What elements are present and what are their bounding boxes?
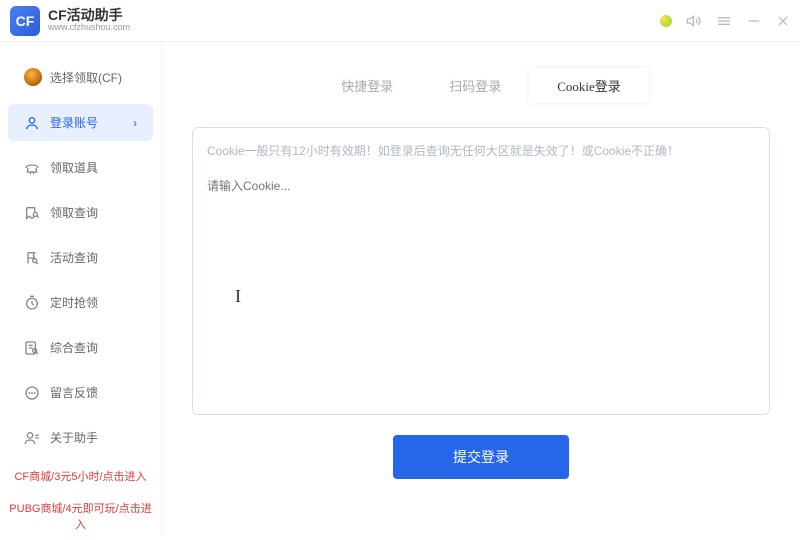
sidebar-item-select-collect[interactable]: 选择领取(CF) [8, 58, 153, 96]
crown-icon [24, 68, 42, 86]
submit-login-button[interactable]: 提交登录 [393, 435, 569, 479]
close-icon[interactable] [776, 14, 790, 28]
promo-link-cf[interactable]: CF商城/3元5小时/点击进入 [0, 460, 161, 492]
text-cursor-icon: I [235, 286, 241, 307]
sidebar-item-collect-items[interactable]: 领取道具 [8, 149, 153, 186]
sidebar-item-label: 关于助手 [50, 429, 98, 446]
sound-icon[interactable] [686, 13, 702, 29]
sidebar-item-login[interactable]: 登录账号 › [8, 104, 153, 141]
sidebar-item-label: 领取查询 [50, 204, 98, 221]
minimize-icon[interactable] [746, 13, 762, 29]
app-url: www.cfzhushou.com [48, 23, 130, 33]
sidebar: 选择领取(CF) 登录账号 › 领取道具 领取查询 活动查询 [0, 42, 162, 533]
title-actions [660, 13, 790, 29]
sidebar-item-timed-grab[interactable]: 定时抢领 [8, 284, 153, 321]
sidebar-item-activity-query[interactable]: 活动查询 [8, 239, 153, 276]
chat-icon [24, 385, 40, 401]
user-icon [24, 115, 40, 131]
tab-quick-login[interactable]: 快捷登录 [313, 68, 421, 103]
cookie-input-box[interactable]: Cookie一般只有12小时有效期！如登录后查询无任何大区就是失效了！或Cook… [192, 127, 770, 415]
tool-icon [24, 160, 40, 176]
main-area: 选择领取(CF) 登录账号 › 领取道具 领取查询 活动查询 [0, 42, 800, 533]
sidebar-item-about[interactable]: 关于助手 [8, 419, 153, 456]
tab-cookie-login[interactable]: Cookie登录 [529, 68, 649, 103]
content-area: 快捷登录 扫码登录 Cookie登录 Cookie一般只有12小时有效期！如登录… [162, 42, 800, 533]
sidebar-item-collect-query[interactable]: 领取查询 [8, 194, 153, 231]
app-logo: CF [10, 6, 40, 36]
activity-icon [24, 250, 40, 266]
status-indicator-icon [660, 15, 672, 27]
sidebar-item-label: 活动查询 [50, 249, 98, 266]
sidebar-item-label: 选择领取(CF) [50, 69, 122, 86]
chevron-right-icon: › [133, 116, 137, 130]
tab-scan-login[interactable]: 扫码登录 [421, 68, 529, 103]
cookie-hint-text: Cookie一般只有12小时有效期！如登录后查询无任何大区就是失效了！或Cook… [207, 142, 755, 161]
sidebar-item-label: 领取道具 [50, 159, 98, 176]
timer-icon [24, 295, 40, 311]
sidebar-item-feedback[interactable]: 留言反馈 [8, 374, 153, 411]
sidebar-item-label: 登录账号 [50, 114, 98, 131]
title-text-group: CF活动助手 www.cfzhushou.com [48, 8, 130, 33]
sidebar-item-label: 定时抢领 [50, 294, 98, 311]
search-icon [24, 340, 40, 356]
sidebar-item-label: 综合查询 [50, 339, 98, 356]
sidebar-item-general-query[interactable]: 综合查询 [8, 329, 153, 366]
menu-icon[interactable] [716, 13, 732, 29]
about-icon [24, 430, 40, 446]
sidebar-item-label: 留言反馈 [50, 384, 98, 401]
cookie-textarea[interactable] [207, 177, 755, 317]
lookup-icon [24, 205, 40, 221]
title-bar: CF CF活动助手 www.cfzhushou.com [0, 0, 800, 42]
login-tabs: 快捷登录 扫码登录 Cookie登录 [192, 68, 770, 103]
app-title: CF活动助手 [48, 8, 130, 23]
